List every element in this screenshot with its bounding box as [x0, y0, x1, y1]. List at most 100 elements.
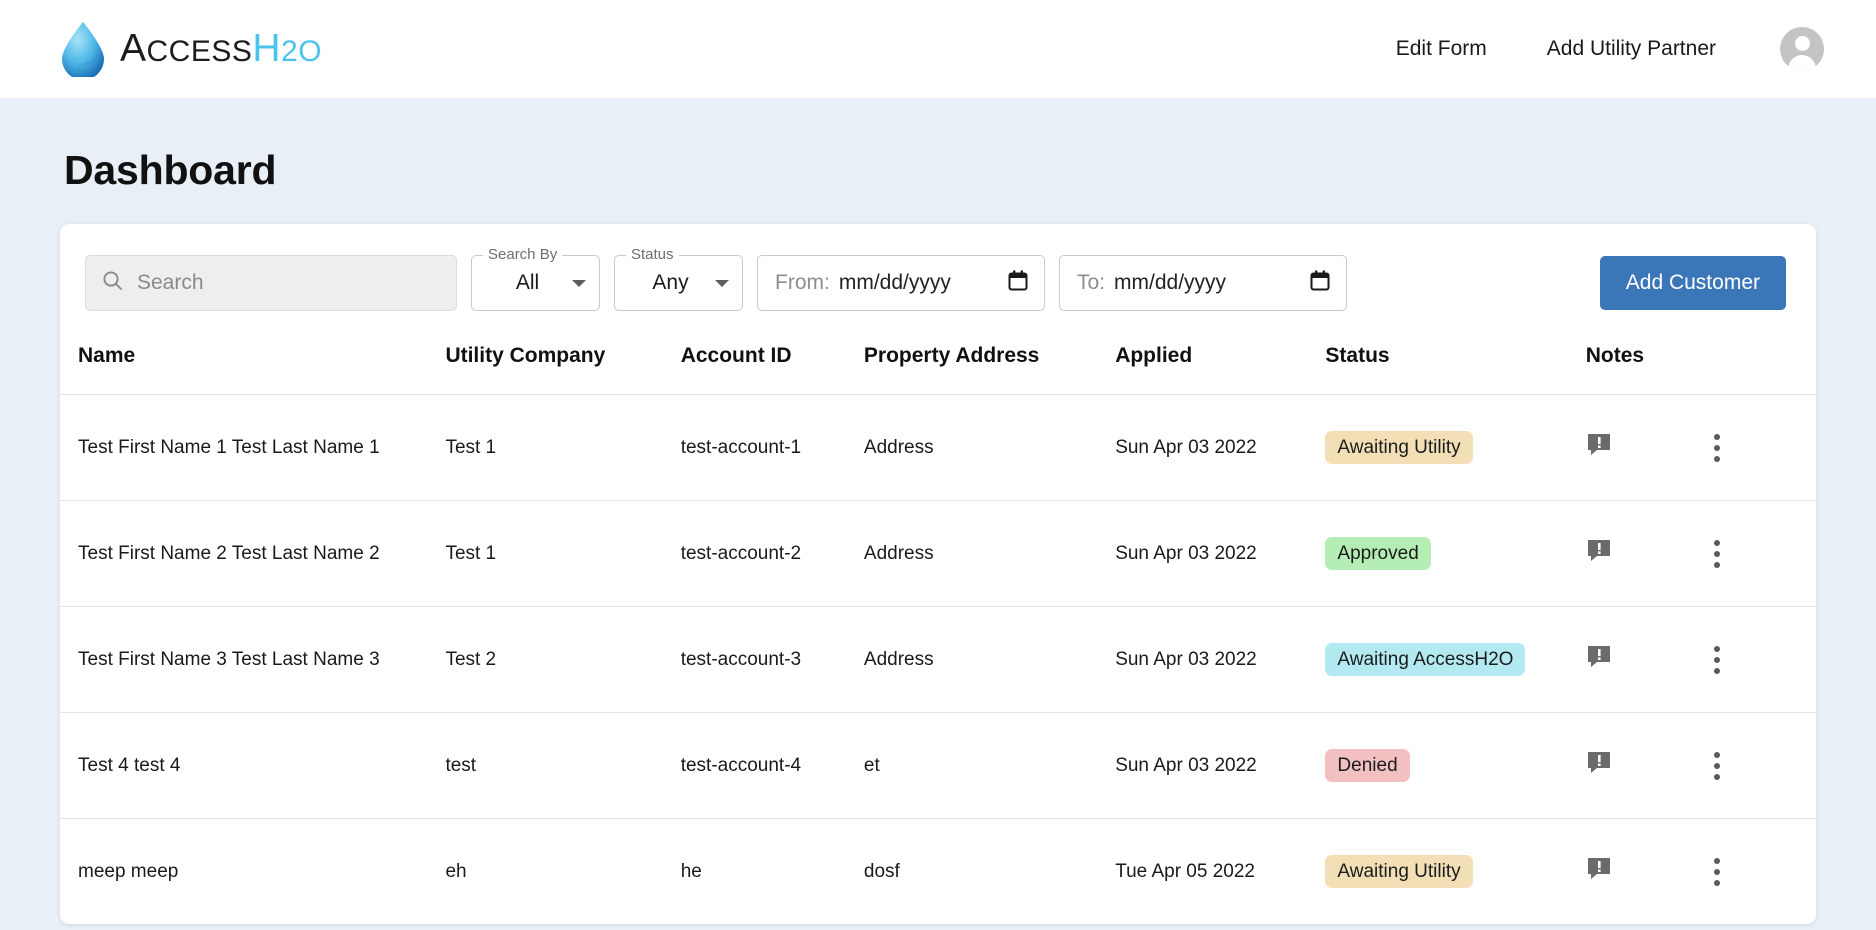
column-header-applied: Applied — [1115, 344, 1193, 367]
cell-account-id: test-account-3 — [680, 606, 864, 713]
search-by-value: All — [515, 271, 540, 294]
nav-edit-form[interactable]: Edit Form — [1366, 27, 1517, 71]
date-from-label: From: — [775, 271, 830, 294]
date-from-value: mm/dd/yyyy — [838, 271, 951, 294]
cell-utility-company: Test 2 — [445, 606, 681, 713]
avatar-head — [1794, 36, 1810, 51]
search-by-label: Search By — [483, 246, 563, 263]
note-alert-icon[interactable] — [1586, 432, 1612, 464]
cell-utility-company: test — [445, 712, 681, 819]
note-alert-icon[interactable] — [1586, 644, 1612, 676]
table-header-row: Name Utility Company Account ID Property… — [60, 334, 1816, 395]
cell-utility-company: Test 1 — [445, 394, 681, 501]
cell-status: Denied — [1325, 712, 1586, 819]
status-label: Status — [626, 246, 679, 263]
cell-applied-date: Sun Apr 03 2022 — [1115, 712, 1326, 819]
search-input[interactable]: Search — [85, 255, 457, 311]
table-row[interactable]: Test First Name 2 Test Last Name 2 Test 1… — [60, 500, 1816, 607]
cell-name: Test First Name 2 Test Last Name 2 — [60, 500, 446, 607]
kebab-menu-icon[interactable] — [1713, 751, 1720, 780]
cell-applied-date: Sun Apr 03 2022 — [1115, 606, 1326, 713]
status-value: Any — [652, 271, 689, 294]
status-badge: Awaiting Utility — [1325, 855, 1473, 888]
cell-status: Awaiting Utility — [1325, 818, 1586, 924]
note-alert-icon[interactable] — [1586, 750, 1612, 782]
cell-status: Approved — [1325, 500, 1586, 607]
cell-status: Awaiting AccessH2O — [1325, 606, 1586, 713]
cell-notes — [1585, 606, 1706, 713]
note-alert-icon[interactable] — [1586, 856, 1612, 888]
water-droplet-icon — [60, 21, 106, 77]
page-content: Dashboard Search Search By All Status An… — [0, 98, 1876, 924]
cell-actions — [1705, 818, 1816, 924]
table-body: Test First Name 1 Test Last Name 1 Test 1… — [60, 394, 1816, 924]
cell-account-id: he — [680, 818, 864, 924]
cell-status: Awaiting Utility — [1325, 394, 1586, 501]
column-header-status: Status — [1325, 344, 1390, 367]
table-head: Name Utility Company Account ID Property… — [60, 334, 1816, 395]
filter-toolbar: Search Search By All Status Any From: mm… — [60, 224, 1816, 334]
cell-name: Test First Name 3 Test Last Name 3 — [60, 606, 446, 713]
status-badge: Denied — [1325, 749, 1410, 782]
cell-account-id: test-account-4 — [680, 712, 864, 819]
cell-name: Test First Name 1 Test Last Name 1 — [60, 394, 446, 501]
cell-property-address: Address — [863, 500, 1116, 607]
logo-text-h: H — [252, 27, 282, 70]
status-select[interactable]: Status Any — [614, 246, 743, 311]
cell-utility-company: Test 1 — [445, 500, 681, 607]
cell-account-id: test-account-2 — [680, 500, 864, 607]
brand-logo[interactable]: ACCESS H2O — [60, 21, 322, 77]
nav-add-utility-partner[interactable]: Add Utility Partner — [1517, 27, 1746, 71]
kebab-menu-icon[interactable] — [1713, 539, 1720, 568]
column-header-account: Account ID — [680, 344, 792, 367]
cell-applied-date: Sun Apr 03 2022 — [1115, 394, 1326, 501]
kebab-menu-icon[interactable] — [1713, 645, 1720, 674]
top-navigation-bar: ACCESS H2O Edit Form Add Utility Partner — [0, 0, 1876, 98]
cell-notes — [1585, 818, 1706, 924]
cell-name: meep meep — [60, 818, 446, 924]
table-row[interactable]: meep meep eh he dosf Tue Apr 05 2022 Awaiting… — [60, 818, 1816, 924]
cell-actions — [1705, 394, 1816, 501]
cell-actions — [1705, 606, 1816, 713]
calendar-icon[interactable] — [1310, 270, 1330, 296]
date-from-input[interactable]: From: mm/dd/yyyy — [757, 255, 1045, 311]
table-row[interactable]: Test 4 test 4 test test-account-4 et Sun Apr… — [60, 712, 1816, 819]
status-badge: Approved — [1325, 537, 1431, 570]
cell-notes — [1585, 394, 1706, 501]
status-badge: Awaiting AccessH2O — [1325, 643, 1526, 676]
nav-links: Edit Form Add Utility Partner — [1366, 27, 1824, 71]
cell-actions — [1705, 500, 1816, 607]
date-to-value: mm/dd/yyyy — [1114, 271, 1227, 294]
note-alert-icon[interactable] — [1586, 538, 1612, 570]
column-header-utility: Utility Company — [445, 344, 606, 367]
user-avatar-icon[interactable] — [1780, 27, 1824, 71]
add-customer-button[interactable]: Add Customer — [1599, 256, 1786, 310]
table-row[interactable]: Test First Name 1 Test Last Name 1 Test 1… — [60, 394, 1816, 501]
avatar-body — [1788, 55, 1816, 71]
column-header-address: Property Address — [863, 344, 1040, 367]
page-title: Dashboard — [64, 147, 277, 193]
calendar-icon[interactable] — [1008, 270, 1028, 296]
table-row[interactable]: Test First Name 3 Test Last Name 3 Test 2… — [60, 606, 1816, 713]
logo-text-2o: 2O — [281, 35, 323, 68]
cell-notes — [1585, 712, 1706, 819]
chevron-down-icon — [572, 279, 586, 287]
search-by-select[interactable]: Search By All — [471, 246, 600, 311]
search-placeholder: Search — [137, 271, 204, 294]
cell-account-id: test-account-1 — [680, 394, 864, 501]
cell-actions — [1705, 712, 1816, 819]
cell-property-address: Address — [863, 394, 1116, 501]
column-header-actions — [1706, 334, 1816, 395]
cell-notes — [1585, 500, 1706, 607]
logo-text-ccess: CCESS — [146, 35, 253, 68]
date-to-input[interactable]: To: mm/dd/yyyy — [1059, 255, 1347, 311]
kebab-menu-icon[interactable] — [1713, 433, 1720, 462]
chevron-down-icon — [715, 279, 729, 287]
logo-text-a: A — [120, 27, 147, 70]
brand-wordmark: ACCESS H2O — [120, 27, 322, 71]
cell-property-address: Address — [863, 606, 1116, 713]
cell-name: Test 4 test 4 — [60, 712, 446, 819]
kebab-menu-icon[interactable] — [1713, 857, 1720, 886]
search-icon — [102, 270, 123, 296]
cell-applied-date: Sun Apr 03 2022 — [1115, 500, 1326, 607]
